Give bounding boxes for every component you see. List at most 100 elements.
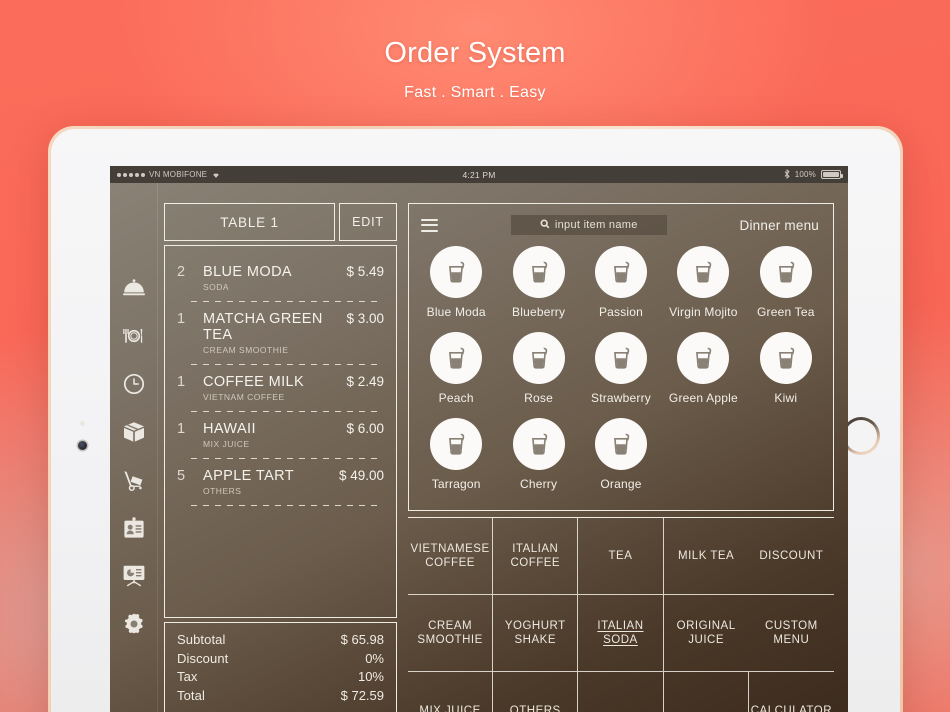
order-items-list[interactable]: 2 BLUE MODA SODA $ 5.49 1 MATCHA GREEN TEA CRE… — [164, 245, 397, 618]
tablet-device: VN MOBIFONE 4:21 PM 100% TABLE 1 EDIT 2 … — [48, 126, 903, 712]
order-item-name: MATCHA GREEN TEA — [203, 311, 323, 343]
drink-label: Green Tea — [756, 305, 815, 319]
drink-item[interactable]: Blue Moda — [415, 246, 497, 332]
order-item-row[interactable]: 1 MATCHA GREEN TEA CREAM SMOOTHIE $ 3.00 — [177, 311, 384, 355]
order-item-price: $ 49.00 — [338, 468, 384, 483]
order-item-qty: 1 — [177, 311, 186, 327]
order-item-price: $ 6.00 — [346, 421, 384, 436]
sidebar-item-delivery[interactable] — [121, 467, 147, 493]
category-button[interactable]: YOGHURT SHAKE — [493, 595, 579, 672]
sidebar-item-staff[interactable] — [121, 515, 147, 541]
drink-item[interactable]: Blueberry — [497, 246, 579, 332]
search-icon — [540, 218, 550, 232]
gear-icon — [124, 613, 143, 634]
order-panel: TABLE 1 EDIT 2 BLUE MODA SODA $ 5.49 1 MATCHA… — [164, 203, 397, 712]
hamburger-icon[interactable] — [421, 218, 438, 232]
search-placeholder-label: input item name — [554, 219, 638, 231]
drink-label: Kiwi — [774, 391, 798, 405]
status-bar-right: 100% — [784, 169, 843, 180]
category-button[interactable]: OTHERS — [493, 672, 579, 712]
tablet-bezel: VN MOBIFONE 4:21 PM 100% TABLE 1 EDIT 2 … — [51, 129, 900, 712]
front-camera-icon — [78, 441, 87, 450]
dinner-menu-label[interactable]: Dinner menu — [740, 218, 820, 233]
order-item-divider — [191, 458, 382, 459]
category-button[interactable]: MILK TEA — [663, 518, 749, 595]
order-item-divider — [191, 411, 382, 412]
order-item-category: MIX JUICE — [203, 439, 250, 449]
category-button[interactable]: ITALIAN SODA — [578, 595, 664, 672]
drink-item[interactable]: Cherry — [497, 418, 579, 504]
drink-item[interactable]: Rose — [497, 332, 579, 418]
sidebar-item-inventory[interactable] — [121, 419, 147, 445]
order-item-info: BLUE MODA SODA — [203, 264, 346, 292]
order-item-category: VIETNAM COFFEE — [203, 392, 285, 402]
menu-panel: input item name Dinner menu Blue Moda Blu… — [408, 203, 834, 712]
total-value: $ 65.98 — [340, 632, 384, 647]
drink-glass-icon — [677, 246, 730, 298]
tablet-screen: VN MOBIFONE 4:21 PM 100% TABLE 1 EDIT 2 … — [110, 166, 848, 712]
order-item-row[interactable]: 2 BLUE MODA SODA $ 5.49 — [177, 264, 384, 292]
category-label: CALCULATOR — [750, 704, 832, 712]
drink-item[interactable]: Virgin Mojito — [662, 246, 744, 332]
sidebar-item-dining[interactable] — [121, 323, 147, 349]
category-button[interactable]: CALCULATOR — [749, 672, 834, 712]
dining-icon — [122, 329, 142, 343]
drink-item[interactable]: Peach — [415, 332, 497, 418]
total-row: Tax 10% — [177, 668, 384, 687]
room-service-icon — [122, 279, 145, 296]
category-label: MIX JUICE — [419, 704, 481, 712]
drink-item[interactable]: Passion — [580, 246, 662, 332]
order-item-qty: 1 — [177, 374, 186, 390]
total-label: Discount — [177, 650, 229, 666]
box-icon — [123, 422, 144, 442]
table-label[interactable]: TABLE 1 — [164, 203, 335, 241]
edit-button[interactable]: EDIT — [339, 203, 397, 241]
drink-item[interactable]: Green Apple — [662, 332, 744, 418]
battery-icon — [821, 170, 843, 179]
drink-item[interactable]: Tarragon — [415, 418, 497, 504]
order-item-row[interactable]: 1 HAWAII MIX JUICE $ 6.00 — [177, 421, 384, 449]
sidebar-item-reports[interactable] — [121, 563, 147, 589]
total-label: Total — [177, 687, 205, 703]
order-item-price: $ 5.49 — [346, 264, 384, 279]
order-item-row[interactable]: 5 APPLE TART OTHERS $ 49.00 — [177, 468, 384, 496]
sidebar-item-settings[interactable] — [121, 611, 147, 637]
sidebar-item-room-service[interactable] — [121, 275, 147, 301]
order-header: TABLE 1 EDIT — [164, 203, 397, 241]
drink-item[interactable]: Green Tea — [745, 246, 827, 332]
total-row: Total $ 72.59 — [177, 687, 384, 706]
total-value: 0% — [365, 650, 384, 666]
drink-item[interactable]: Strawberry — [580, 332, 662, 418]
category-button[interactable]: CREAM SMOOTHIE — [408, 595, 494, 672]
menu-header: input item name Dinner menu — [409, 204, 833, 246]
page-header: Order System Fast . Smart . Easy — [0, 0, 950, 102]
category-button[interactable]: VIETNAMESE COFFEE — [408, 518, 494, 595]
category-button[interactable]: DISCOUNT — [748, 518, 834, 595]
clock-icon — [123, 373, 144, 395]
drink-glass-icon — [430, 246, 483, 298]
category-button[interactable]: ORIGINAL JUICE — [663, 595, 749, 672]
content-area: TABLE 1 EDIT 2 BLUE MODA SODA $ 5.49 1 MATCHA… — [158, 183, 848, 712]
drink-glass-icon — [594, 332, 647, 384]
drink-item[interactable]: Orange — [580, 418, 662, 504]
sidebar — [110, 183, 158, 712]
bluetooth-icon — [784, 169, 790, 180]
category-button[interactable]: MIX JUICE — [408, 672, 494, 712]
category-button[interactable]: TEA — [578, 518, 664, 595]
category-label: ORIGINAL JUICE — [676, 620, 736, 646]
drink-label: Green Apple — [668, 391, 738, 405]
order-item-row[interactable]: 1 COFFEE MILK VIETNAM COFFEE $ 2.49 — [177, 374, 384, 402]
order-item-price: $ 2.49 — [346, 374, 384, 389]
category-button[interactable]: . . . — [578, 672, 664, 712]
sidebar-item-history[interactable] — [121, 371, 147, 397]
presentation-icon — [123, 565, 144, 587]
category-label: ITALIAN SODA — [597, 620, 644, 646]
search-input[interactable]: input item name — [510, 215, 667, 235]
category-button[interactable]: CUSTOM MENU — [748, 595, 834, 672]
hand-truck-icon — [123, 471, 142, 492]
drink-item[interactable]: Kiwi — [745, 332, 827, 418]
page-title: Order System — [384, 37, 566, 69]
order-item-name: COFFEE MILK — [203, 374, 305, 390]
category-button[interactable]: . . . — [664, 672, 749, 712]
category-button[interactable]: ITALIAN COFFEE — [493, 518, 579, 595]
